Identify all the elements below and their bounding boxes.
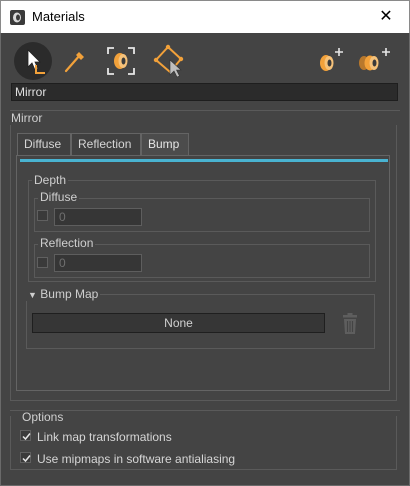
active-tab-indicator (20, 159, 388, 162)
depth-reflection-title: Reflection (38, 236, 96, 250)
pick-from-scene-tool[interactable] (150, 42, 188, 80)
select-tool[interactable] (14, 42, 52, 80)
close-icon: ✕ (379, 8, 393, 25)
close-button[interactable]: ✕ (363, 1, 409, 33)
add-multi-material-button[interactable] (356, 42, 394, 80)
checkmark-icon (22, 455, 31, 463)
material-name-field[interactable]: Mirror (11, 83, 398, 101)
add-multi-material-icon (359, 48, 390, 71)
window-titlebar: Materials ✕ (0, 0, 410, 33)
depth-diffuse-value[interactable]: 0 (54, 208, 142, 226)
tab-reflection[interactable]: Reflection (71, 133, 141, 155)
eyedropper-icon (64, 52, 84, 73)
mirror-section-title: Mirror (11, 111, 43, 125)
section-divider (10, 110, 400, 111)
add-material-icon (320, 48, 343, 71)
bump-map-texture-slot[interactable]: None (32, 313, 325, 333)
link-map-transformations-label: Link map transformations (37, 430, 172, 444)
depth-reflection-value[interactable]: 0 (54, 254, 142, 272)
bump-map-rollout-header[interactable]: ▼ Bump Map (26, 287, 101, 301)
pick-scene-icon (153, 44, 184, 78)
delete-bump-map-button[interactable] (340, 313, 360, 335)
section-divider (10, 410, 400, 411)
chevron-down-icon: ▼ (28, 290, 37, 300)
tab-bump[interactable]: Bump (141, 133, 189, 155)
link-map-transformations-checkbox[interactable] (20, 430, 31, 441)
window-title: Materials (32, 9, 85, 24)
tab-diffuse[interactable]: Diffuse (17, 133, 71, 155)
trash-icon (343, 313, 357, 334)
cursor-select-icon (27, 49, 45, 74)
depth-reflection-checkbox[interactable] (37, 257, 48, 268)
depth-diffuse-title: Diffuse (38, 190, 80, 204)
use-mipmaps-label: Use mipmaps in software antialiasing (37, 452, 236, 466)
depth-group-title: Depth (32, 173, 69, 187)
focus-material-tool[interactable] (102, 42, 140, 80)
bump-map-title: Bump Map (40, 287, 99, 301)
focus-material-icon (107, 47, 135, 75)
add-material-button[interactable] (312, 42, 350, 80)
checkmark-icon (22, 433, 31, 441)
materials-app-icon (10, 10, 25, 25)
eyedropper-tool[interactable] (56, 42, 94, 80)
depth-diffuse-checkbox[interactable] (37, 210, 48, 221)
use-mipmaps-checkbox[interactable] (20, 452, 31, 463)
